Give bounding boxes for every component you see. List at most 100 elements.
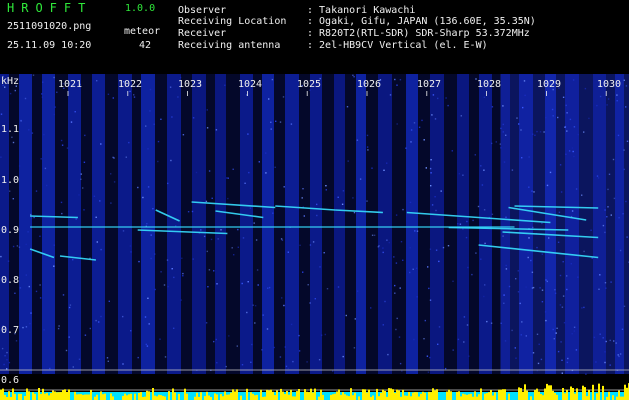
spectrogram-column: [215, 74, 226, 374]
histogram-bar: [576, 388, 578, 400]
histogram-bar: [480, 388, 482, 400]
info-value-location: : Ogaki, Gifu, JAPAN (136.60E, 35.35N): [307, 16, 536, 27]
noise-speck: [622, 213, 624, 215]
noise-speck: [557, 116, 559, 119]
file-name: 2511091020.png: [7, 21, 92, 32]
noise-speck: [4, 355, 6, 357]
noise-speck: [424, 319, 426, 322]
noise-speck: [312, 241, 315, 243]
x-tick-label: 1024: [238, 79, 263, 90]
spectrogram-bright-region: [500, 74, 629, 374]
noise-speck: [146, 223, 148, 225]
histogram-bar: [552, 390, 554, 400]
histogram-bar: [38, 388, 40, 400]
spectrogram-column: [206, 74, 215, 374]
histogram-bar: [18, 393, 20, 400]
noise-speck: [566, 130, 568, 132]
noise-speck: [187, 211, 190, 213]
noise-speck: [133, 94, 135, 96]
noise-speck: [475, 252, 477, 254]
histogram-bar: [82, 394, 84, 400]
noise-speck: [35, 290, 38, 293]
histogram-bar: [266, 389, 268, 400]
noise-speck: [228, 335, 230, 337]
histogram-bar: [420, 393, 422, 400]
noise-speck: [429, 356, 431, 359]
histogram-bar: [562, 388, 564, 400]
noise-speck: [318, 359, 321, 361]
noise-speck: [566, 288, 568, 291]
noise-speck: [618, 355, 620, 358]
noise-speck: [220, 229, 222, 231]
noise-speck: [53, 244, 55, 246]
spectrogram-column: [285, 74, 299, 374]
histogram-bar: [274, 395, 276, 400]
noise-speck: [566, 112, 568, 114]
noise-speck: [583, 131, 585, 133]
noise-speck: [563, 322, 566, 324]
noise-speck: [14, 89, 16, 92]
histogram-bar: [66, 392, 68, 400]
histogram-bar: [404, 395, 406, 400]
spectrogram-column: [240, 74, 253, 374]
histogram-bar: [518, 387, 520, 400]
histogram-bar: [402, 389, 404, 400]
noise-speck: [267, 287, 269, 289]
noise-speck: [503, 294, 505, 296]
noise-speck: [217, 238, 219, 240]
histogram-bar: [566, 389, 568, 400]
noise-speck: [559, 304, 562, 306]
noise-speck: [541, 253, 543, 255]
noise-speck: [561, 359, 563, 361]
noise-speck: [241, 282, 243, 285]
noise-speck: [536, 130, 538, 133]
histogram-bar: [338, 389, 340, 400]
noise-speck: [11, 136, 13, 138]
x-tick-label: 1028: [477, 79, 502, 90]
noise-speck: [224, 84, 226, 86]
noise-speck: [182, 134, 185, 136]
noise-speck: [480, 258, 482, 260]
histogram-bar: [488, 392, 490, 400]
histogram-bar: [154, 395, 156, 400]
histogram-bar: [392, 389, 394, 400]
noise-speck: [153, 123, 155, 125]
noise-speck: [138, 260, 140, 263]
histogram-bar: [126, 395, 128, 400]
histogram-bar: [550, 385, 552, 400]
noise-speck: [561, 372, 563, 374]
histogram-bar: [146, 390, 148, 400]
noise-speck: [437, 343, 439, 345]
histogram-bar: [284, 394, 286, 400]
histogram-bar: [62, 390, 64, 400]
histogram-bar: [308, 392, 310, 400]
noise-speck: [216, 362, 218, 364]
noise-speck: [410, 141, 412, 143]
x-tick-label: 1023: [178, 79, 203, 90]
noise-speck: [325, 185, 327, 187]
noise-speck: [206, 109, 208, 111]
histogram-bar: [234, 391, 236, 400]
spectrogram: [0, 74, 629, 400]
noise-speck: [430, 159, 432, 161]
histogram-bar: [582, 385, 584, 400]
noise-speck: [564, 126, 566, 128]
noise-speck: [341, 203, 344, 205]
histogram-bar: [280, 388, 282, 400]
noise-speck: [604, 282, 607, 284]
histogram-bar: [586, 396, 588, 400]
histogram-bar: [322, 394, 324, 400]
spectrogram-column: [418, 74, 430, 374]
histogram-bar: [232, 389, 234, 400]
noise-speck: [244, 182, 246, 184]
noise-speck: [72, 366, 74, 368]
histogram-bar: [208, 395, 210, 400]
y-tick-label: 0.8: [1, 275, 20, 286]
noise-speck: [539, 287, 541, 289]
noise-speck: [1, 347, 4, 350]
spectrogram-column: [299, 74, 310, 374]
noise-speck: [356, 290, 359, 292]
histogram-bar: [14, 393, 16, 400]
noise-speck: [150, 234, 152, 236]
noise-speck: [511, 169, 514, 171]
